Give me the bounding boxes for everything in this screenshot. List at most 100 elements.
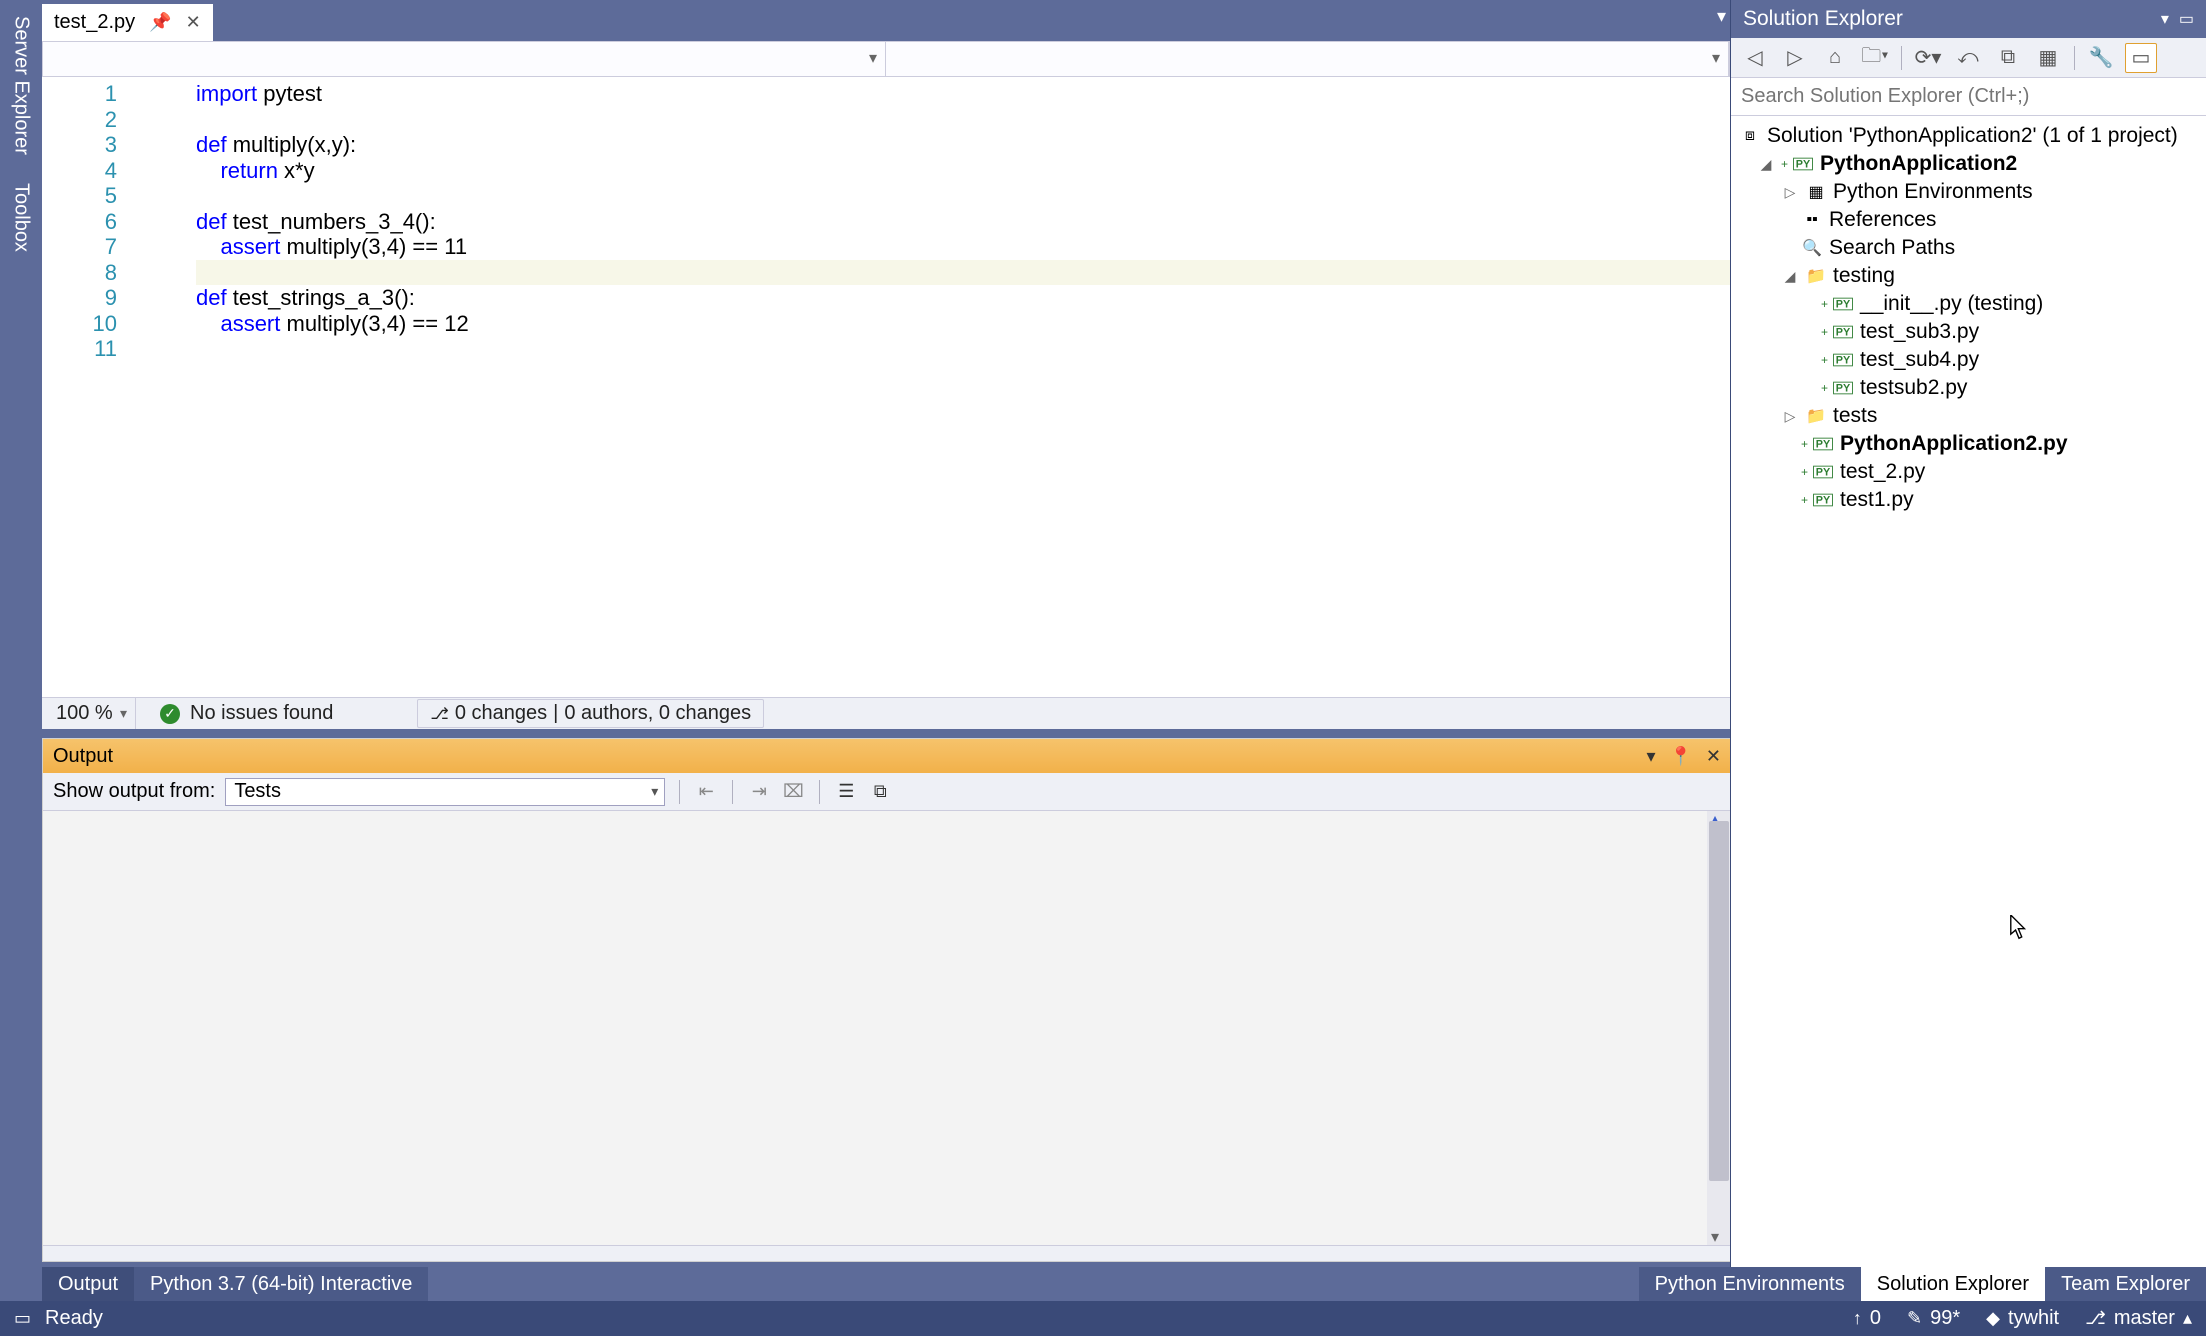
environments-label: Python Environments (1833, 180, 2033, 204)
tests-folder-node[interactable]: ▷ 📁 tests (1731, 402, 2206, 430)
close-tab-icon[interactable]: ✕ (186, 12, 201, 33)
toggle-wordwrap-icon[interactable]: ☰ (834, 780, 858, 804)
tab-team-explorer[interactable]: Team Explorer (2045, 1267, 2206, 1301)
plus-icon: + (1801, 493, 1808, 507)
solution-explorer-search-input[interactable] (1741, 85, 2196, 108)
nav-member-dropdown[interactable] (886, 42, 1729, 76)
code-line[interactable]: def test_numbers_3_4(): (196, 209, 1730, 235)
pin-tab-icon[interactable]: 📌 (149, 12, 171, 33)
go-to-prev-icon[interactable]: ⇤ (694, 780, 718, 804)
document-tab-label: test_2.py (54, 11, 135, 34)
file-node[interactable]: + PY test_sub4.py (1731, 346, 2206, 374)
references-label: References (1829, 208, 1936, 232)
file-node[interactable]: + PY test1.py (1731, 486, 2206, 514)
code-line[interactable]: def multiply(x,y): (196, 132, 1730, 158)
solution-explorer-panel: Solution Explorer ▾ ▭ ◁ ▷ ⌂ 🗀▾ ⟳▾ ⤺ ⧉ ▦ … (1730, 0, 2206, 1267)
sln-maximize-icon[interactable]: ▭ (2179, 9, 2194, 29)
py-badge-icon: PY (1833, 382, 1853, 395)
show-all-icon[interactable]: ▦ (2032, 43, 2064, 73)
expander-icon[interactable]: ▷ (1781, 184, 1799, 201)
tab-python-environments[interactable]: Python Environments (1639, 1267, 1861, 1301)
nav-scope-dropdown[interactable] (43, 42, 886, 76)
branch-icon: ⎇ (2085, 1308, 2106, 1329)
toolbox-tab[interactable]: Toolbox (4, 171, 39, 264)
references-node[interactable]: ▪▪ References (1731, 206, 2206, 234)
output-horizontal-scrollbar[interactable] (43, 1245, 1731, 1261)
expander-icon[interactable]: ◢ (1757, 156, 1775, 173)
branch-button[interactable]: ⎇ master ▴ (2085, 1307, 2192, 1330)
document-tab-active[interactable]: test_2.py 📌 ✕ (42, 4, 213, 41)
collapse-all-icon[interactable]: ⧉ (1992, 43, 2024, 73)
zoom-value: 100 % (56, 702, 113, 725)
code-line[interactable] (196, 107, 1730, 133)
testing-folder-node[interactable]: ◢ 📁 testing (1731, 262, 2206, 290)
output-close-icon[interactable]: ✕ (1706, 746, 1721, 767)
solution-explorer-search[interactable] (1731, 78, 2206, 116)
expander-icon[interactable]: ▷ (1781, 408, 1799, 425)
code-line[interactable]: def test_strings_a_3(): (196, 285, 1730, 311)
user-button[interactable]: ◆ tywhit (1986, 1307, 2059, 1330)
issues-indicator[interactable]: ✓ No issues found (136, 702, 357, 725)
output-vertical-scrollbar[interactable] (1707, 811, 1731, 1245)
scrollbar-thumb[interactable] (1709, 821, 1729, 1181)
output-dropdown-icon[interactable]: ▾ (1646, 746, 1655, 767)
tab-solution-explorer[interactable]: Solution Explorer (1861, 1267, 2045, 1301)
sln-dropdown-icon[interactable]: ▾ (2161, 9, 2169, 29)
right-tool-tabs: Python Environments Solution Explorer Te… (1639, 1267, 2206, 1301)
back-icon[interactable]: ◁ (1739, 43, 1771, 73)
project-label: PythonApplication2 (1820, 152, 2017, 176)
forward-icon[interactable]: ▷ (1779, 43, 1811, 73)
preview-icon[interactable]: ▭ (2125, 43, 2157, 73)
pending-changes-button[interactable]: ✎ 99* (1907, 1307, 1960, 1330)
py-badge-icon: PY (1813, 438, 1833, 451)
toggle-program-output-icon[interactable]: ⧉ (868, 780, 892, 804)
pencil-icon: ✎ (1907, 1308, 1922, 1329)
python-environments-node[interactable]: ▷ ▦ Python Environments (1731, 178, 2206, 206)
file-node[interactable]: + PY __init__.py (testing) (1731, 290, 2206, 318)
publish-button[interactable]: ↑ 0 (1853, 1307, 1881, 1330)
code-line[interactable] (196, 260, 1730, 286)
folder-icon: 📁 (1805, 266, 1827, 286)
branch-name: master (2114, 1307, 2175, 1330)
codelens-changes[interactable]: ⎇ 0 changes | 0 authors, 0 changes (417, 699, 764, 728)
expander-icon[interactable]: ◢ (1781, 268, 1799, 285)
document-tab-overflow-icon[interactable]: ▾ (1717, 6, 1726, 27)
code-line[interactable]: return x*y (196, 158, 1730, 184)
code-line[interactable]: assert multiply(3,4) == 12 (196, 311, 1730, 337)
status-indicator-icon: ▭ (14, 1308, 31, 1329)
output-content[interactable] (43, 811, 1731, 1245)
line-number: 10 (42, 311, 137, 337)
output-pin-icon[interactable]: 📍 (1669, 746, 1691, 767)
zoom-dropdown[interactable]: 100 % (42, 698, 136, 729)
output-source-dropdown[interactable]: Tests (225, 778, 665, 806)
output-panel-title-bar[interactable]: Output ▾ 📍 ✕ (43, 739, 1731, 773)
code-line[interactable] (196, 336, 1730, 362)
solution-root[interactable]: ⧈ Solution 'PythonApplication2' (1 of 1 … (1731, 122, 2206, 150)
py-badge-icon: PY (1833, 354, 1853, 367)
code-line[interactable]: assert multiply(3,4) == 11 (196, 234, 1730, 260)
file-node[interactable]: + PY PythonApplication2.py (1731, 430, 2206, 458)
sync-icon[interactable]: 🗀▾ (1859, 43, 1891, 73)
code-editor[interactable]: 1234567891011 import pytestdef multiply(… (42, 77, 1730, 699)
file-node[interactable]: + PY test_2.py (1731, 458, 2206, 486)
code-line[interactable]: import pytest (196, 81, 1730, 107)
tab-python-interactive[interactable]: Python 3.7 (64-bit) Interactive (134, 1267, 428, 1301)
file-node[interactable]: + PY testsub2.py (1731, 374, 2206, 402)
bottom-tool-tabs: Output Python 3.7 (64-bit) Interactive (42, 1267, 1732, 1301)
home-icon[interactable]: ⌂ (1819, 43, 1851, 73)
properties-icon[interactable]: 🔧 (2085, 43, 2117, 73)
project-node[interactable]: ◢ + PY PythonApplication2 (1731, 150, 2206, 178)
file-node[interactable]: + PY test_sub3.py (1731, 318, 2206, 346)
code-line[interactable] (196, 183, 1730, 209)
solution-explorer-title-bar[interactable]: Solution Explorer ▾ ▭ (1731, 0, 2206, 38)
code-content[interactable]: import pytest def multiply(x,y): return x… (138, 77, 1730, 699)
output-toolbar: Show output from: Tests ⇤ ⇥ ⌧ ☰ ⧉ (43, 773, 1731, 811)
refresh-icon[interactable]: ⤺ (1952, 43, 1984, 73)
server-explorer-tab[interactable]: Server Explorer (4, 4, 39, 167)
tab-output[interactable]: Output (42, 1267, 134, 1301)
clear-all-icon[interactable]: ⌧ (781, 780, 805, 804)
search-paths-node[interactable]: 🔍 Search Paths (1731, 234, 2206, 262)
plus-icon: + (1821, 325, 1828, 339)
go-to-next-icon[interactable]: ⇥ (747, 780, 771, 804)
scope-icon[interactable]: ⟳▾ (1912, 43, 1944, 73)
